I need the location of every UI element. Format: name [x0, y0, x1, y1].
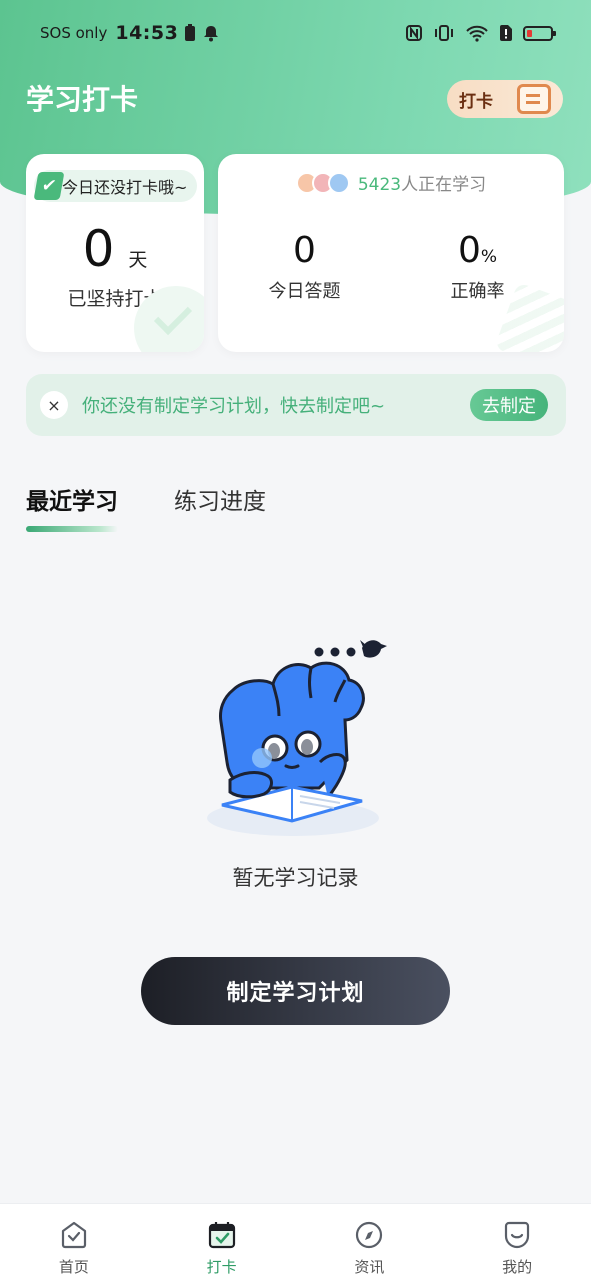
profile-icon	[505, 1221, 530, 1249]
learner-count: 5423	[357, 175, 402, 195]
streak-days-value: 0	[82, 220, 115, 278]
plan-reminder-text: 你还没有制定学习计划，快去制定吧~	[82, 396, 386, 417]
page-title: 学习打卡	[26, 83, 139, 116]
nav-checkin[interactable]: 打卡	[148, 1204, 296, 1280]
check-icon: ✔	[33, 172, 65, 200]
not-checked-tag: ✔ 今日还没打卡哦~	[33, 170, 198, 202]
bell-icon	[204, 26, 219, 42]
compass-icon	[356, 1221, 383, 1249]
make-study-plan-button[interactable]: 制定学习计划	[141, 957, 450, 1025]
learner-suffix: 人正在学习	[401, 175, 487, 195]
nav-home-label: 首页	[58, 1258, 89, 1276]
close-icon[interactable]: ×	[40, 391, 68, 419]
tab-recent-study[interactable]: 最近学习	[26, 482, 118, 532]
today-answered-stat: 0 今日答题	[218, 230, 391, 303]
learner-avatars	[295, 171, 350, 194]
not-checked-text: 今日还没打卡哦~	[62, 178, 188, 197]
empty-state-illustration	[207, 640, 387, 836]
nfc-icon	[406, 25, 422, 41]
make-plan-link-button[interactable]: 去制定	[470, 389, 548, 421]
checkin-badge-button[interactable]: 打卡	[447, 80, 563, 118]
avatar	[327, 171, 350, 194]
stats-card[interactable]: 5423人正在学习 0 今日答题 0% 正确率	[218, 154, 564, 352]
calendar-check-icon	[208, 1222, 235, 1249]
content-tabs: 最近学习 练习进度	[26, 482, 266, 532]
home-icon	[61, 1221, 86, 1249]
nav-news[interactable]: 资讯	[296, 1204, 444, 1280]
tab-practice-progress[interactable]: 练习进度	[174, 482, 266, 532]
vibrate-icon	[435, 25, 453, 41]
checkin-badge-label: 打卡	[459, 91, 493, 112]
empty-state-text: 暂无学习记录	[232, 866, 359, 890]
carrier-text: SOS only	[40, 24, 108, 42]
status-bar: SOS only 14:53	[0, 0, 591, 66]
today-answered-value: 0	[293, 230, 316, 271]
accuracy-unit: %	[480, 247, 498, 267]
nav-checkin-label: 打卡	[206, 1258, 237, 1276]
nav-news-label: 资讯	[354, 1258, 385, 1276]
learners-row: 5423人正在学习	[218, 170, 564, 195]
plan-reminder-banner: × 你还没有制定学习计划，快去制定吧~ 去制定	[26, 374, 566, 436]
no-sim-icon	[500, 25, 512, 41]
accuracy-value: 0	[457, 230, 481, 271]
battery-saver-icon	[185, 24, 196, 41]
today-answered-label: 今日答题	[268, 281, 341, 302]
battery-icon	[523, 25, 556, 41]
calendar-icon	[517, 84, 551, 114]
nav-profile[interactable]: 我的	[443, 1204, 591, 1280]
checkin-streak-card[interactable]: ✔ 今日还没打卡哦~ 0 天 已坚持打卡	[26, 154, 204, 352]
wifi-icon	[466, 25, 488, 42]
bottom-navigation: 首页 打卡 资讯 我的	[0, 1203, 591, 1280]
streak-days-unit: 天	[128, 249, 148, 271]
nav-home[interactable]: 首页	[0, 1204, 148, 1280]
nav-profile-label: 我的	[502, 1258, 533, 1276]
clock: 14:53	[115, 22, 179, 44]
